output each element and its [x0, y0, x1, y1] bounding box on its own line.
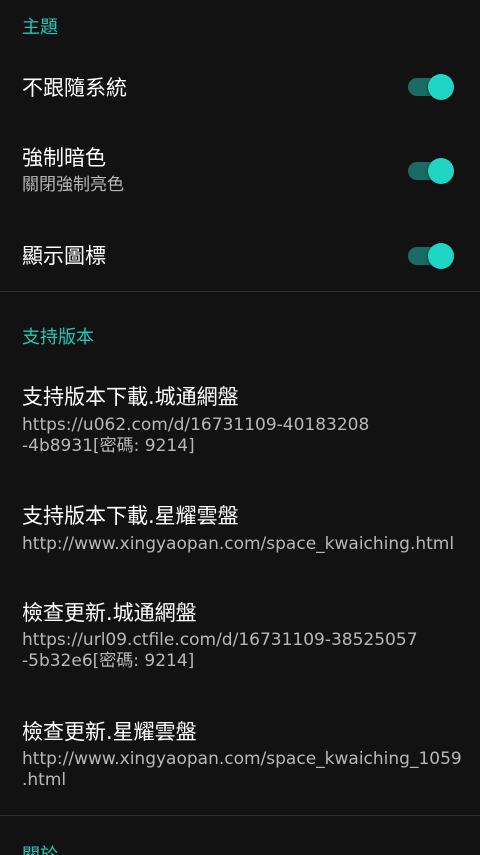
switch-thumb: [428, 74, 454, 100]
pref-row-show-icon[interactable]: 顯示圖標: [0, 222, 480, 290]
section-divider: [0, 291, 480, 292]
section-divider: [0, 815, 480, 816]
pref-title-download-xingyao: 支持版本下載.星耀雲盤: [22, 504, 239, 528]
pref-row-download-xingyao[interactable]: 支持版本下載.星耀雲盤 http://www.xingyaopan.com/sp…: [0, 490, 480, 570]
pref-row-force-dark[interactable]: 強制暗色 關閉強制亮色: [0, 128, 480, 214]
pref-summary-update-xingyao: http://www.xingyaopan.com/space_kwaichin…: [22, 749, 462, 790]
section-header-theme: 主題: [22, 17, 58, 38]
pref-title-update-ctfile: 檢查更新.城通網盤: [22, 601, 197, 625]
pref-summary-download-xingyao: http://www.xingyaopan.com/space_kwaichin…: [22, 534, 455, 554]
pref-summary-download-ctfile: https://u062.com/d/16731109-40183208 -4b…: [22, 415, 370, 456]
follow-system-switch[interactable]: [408, 72, 456, 102]
pref-title-force-dark: 強制暗色: [22, 146, 106, 170]
section-header-about: 關於: [22, 845, 58, 855]
switch-thumb: [428, 158, 454, 184]
pref-summary-update-ctfile: https://url09.ctfile.com/d/16731109-3852…: [22, 630, 418, 671]
settings-screen: 主題 不跟隨系統 強制暗色 關閉強制亮色 顯示圖標 支持版本 支持版本下載.城通…: [0, 0, 480, 855]
pref-title-show-icon: 顯示圖標: [22, 244, 106, 268]
pref-row-update-ctfile[interactable]: 檢查更新.城通網盤 https://url09.ctfile.com/d/167…: [0, 586, 480, 686]
switch-thumb: [428, 243, 454, 269]
pref-summary-force-dark: 關閉強制亮色: [22, 175, 124, 195]
section-header-support: 支持版本: [22, 327, 94, 348]
show-icon-switch[interactable]: [408, 241, 456, 271]
pref-title-download-ctfile: 支持版本下載.城通網盤: [22, 385, 239, 409]
pref-row-update-xingyao[interactable]: 檢查更新.星耀雲盤 http://www.xingyaopan.com/spac…: [0, 706, 480, 808]
force-dark-switch[interactable]: [408, 156, 456, 186]
pref-title-update-xingyao: 檢查更新.星耀雲盤: [22, 720, 197, 744]
pref-title-follow-system: 不跟隨系統: [22, 76, 127, 100]
pref-row-follow-system[interactable]: 不跟隨系統: [0, 56, 480, 120]
pref-row-download-ctfile[interactable]: 支持版本下載.城通網盤 https://u062.com/d/16731109-…: [0, 370, 480, 470]
